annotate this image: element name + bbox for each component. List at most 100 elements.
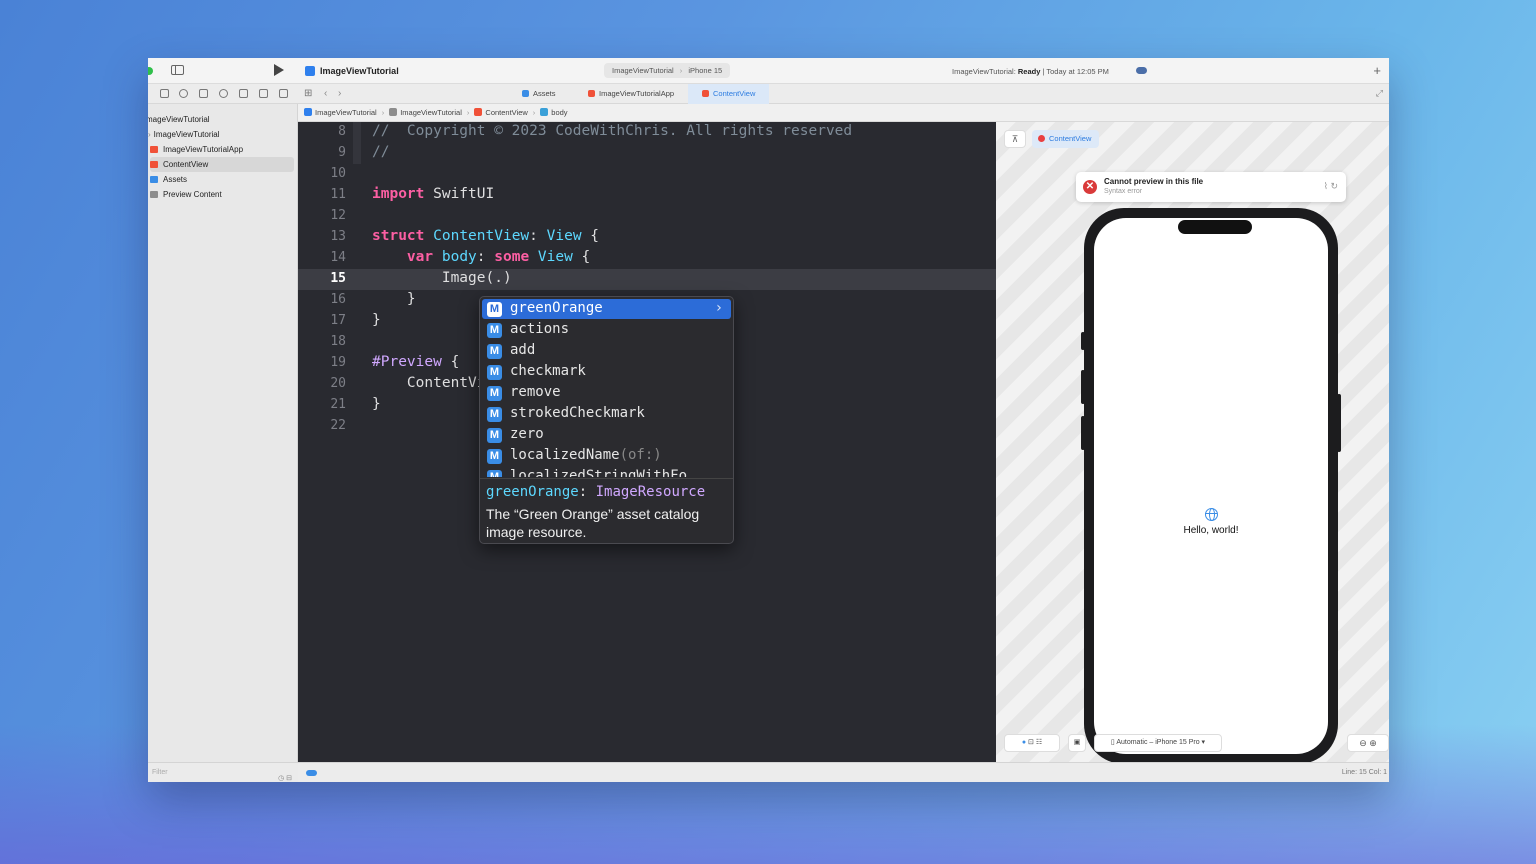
sidebar-item-project[interactable]: mageViewTutorial bbox=[148, 112, 290, 127]
side-button bbox=[1337, 394, 1341, 452]
sidebar-item-group[interactable]: › ImageViewTutorial bbox=[148, 127, 292, 142]
toolbar: ImageViewTutorial ImageViewTutorial › iP… bbox=[148, 58, 1389, 84]
tab-contentview[interactable]: ContentView bbox=[688, 84, 770, 104]
error-title: Cannot preview in this file bbox=[1104, 177, 1204, 186]
device-selector[interactable]: ▯ Automatic – iPhone 15 Pro ▾ bbox=[1094, 734, 1222, 752]
code-text: // Copyright © 2023 CodeWithChris. All r… bbox=[372, 123, 853, 139]
sidebar-item-label: mageViewTutorial bbox=[148, 115, 210, 124]
completion-label: strokedCheckmark bbox=[510, 405, 645, 421]
sidebar-item-label: Assets bbox=[163, 175, 188, 184]
navigator-selector-bar bbox=[148, 84, 298, 104]
line-number: 16 bbox=[330, 292, 346, 307]
line-number: 12 bbox=[330, 208, 346, 223]
code-text: } bbox=[372, 291, 416, 307]
folder-navigator-icon[interactable] bbox=[160, 89, 169, 98]
zoom-controls[interactable]: ⊖ ⊕ bbox=[1347, 734, 1389, 752]
source-control-icon[interactable] bbox=[179, 89, 188, 98]
completion-detail: greenOrange: ImageResource The “Green Or… bbox=[480, 478, 733, 543]
sidebar-item-assets[interactable]: Assets bbox=[150, 172, 294, 187]
filter-field[interactable]: Filter ◷ ⊟ bbox=[148, 762, 298, 782]
device-screen: Hello, world! bbox=[1094, 218, 1328, 754]
sidebar-toggle-icon[interactable] bbox=[171, 65, 184, 75]
jumpbar-file[interactable]: ContentView bbox=[485, 108, 527, 117]
filter-placeholder: Filter bbox=[152, 769, 168, 776]
jumpbar-project[interactable]: ImageViewTutorial bbox=[315, 108, 377, 117]
member-badge-icon: M bbox=[487, 323, 502, 338]
device-frame: Hello, world! bbox=[1084, 208, 1338, 764]
filter-options-icon[interactable]: ◷ ⊟ bbox=[278, 769, 292, 782]
variants-icon[interactable]: ▣ bbox=[1068, 734, 1086, 752]
issue-navigator-icon[interactable] bbox=[239, 89, 248, 98]
expand-icon[interactable]: ⤢ bbox=[1376, 88, 1383, 99]
code-line: 14 var body: some View { bbox=[298, 248, 996, 269]
back-icon[interactable]: ‹ bbox=[324, 88, 327, 99]
volume-down-button bbox=[1081, 416, 1085, 450]
error-subtitle: Syntax error bbox=[1104, 188, 1143, 195]
completion-label: add bbox=[510, 342, 536, 358]
globe-icon bbox=[1205, 508, 1218, 521]
detail-description: The “Green Orange” asset catalog image r… bbox=[486, 506, 700, 540]
line-number: 10 bbox=[330, 166, 346, 181]
completion-item[interactable]: M zero bbox=[482, 425, 731, 445]
window-zoom-button[interactable] bbox=[148, 67, 153, 75]
line-number: 20 bbox=[330, 376, 346, 391]
chevron-right-icon: › bbox=[381, 108, 385, 117]
scheme-label: ImageViewTutorial bbox=[612, 66, 674, 75]
debug-navigator-icon[interactable] bbox=[279, 89, 288, 98]
line-number: 9 bbox=[338, 145, 346, 160]
swift-file-icon bbox=[702, 90, 709, 97]
completion-item[interactable]: M actions bbox=[482, 320, 731, 340]
code-line: 10 bbox=[298, 164, 996, 185]
line-number: 13 bbox=[330, 229, 346, 244]
jumpbar-folder[interactable]: ImageViewTutorial bbox=[400, 108, 462, 117]
device-selector-label: Automatic – iPhone 15 Pro bbox=[1116, 739, 1200, 746]
completion-item-greenorange[interactable]: M greenOrange › bbox=[482, 299, 731, 319]
completion-item[interactable]: M add bbox=[482, 341, 731, 361]
app-icon bbox=[305, 66, 315, 76]
completion-item[interactable]: M localizedStringWithFo bbox=[482, 467, 731, 477]
preview-chip-label: ContentView bbox=[1049, 134, 1092, 143]
mode-buttons[interactable]: ● ⊡ ☷ bbox=[1004, 734, 1060, 752]
pin-icon[interactable]: ⊼ bbox=[1004, 130, 1026, 148]
member-badge-icon: M bbox=[487, 428, 502, 443]
sidebar-item-imageviewtutorialapp[interactable]: ImageViewTutorialApp bbox=[150, 142, 294, 157]
completion-list: M greenOrange › M actions M add M checkm… bbox=[480, 297, 733, 477]
swift-file-icon bbox=[150, 161, 158, 168]
chevron-right-icon: › bbox=[679, 66, 683, 75]
completion-item[interactable]: M checkmark bbox=[482, 362, 731, 382]
line-number: 22 bbox=[330, 418, 346, 433]
code-text: } bbox=[372, 312, 381, 328]
code-line-current: 15 Image(.) bbox=[298, 269, 996, 290]
dynamic-island bbox=[1178, 220, 1252, 234]
tab-assets[interactable]: Assets bbox=[516, 84, 562, 104]
jumpbar-symbol[interactable]: body bbox=[551, 108, 567, 117]
cloud-icon[interactable] bbox=[1136, 67, 1147, 74]
destination-label: iPhone 15 bbox=[688, 66, 723, 75]
add-icon[interactable]: + bbox=[1373, 63, 1381, 78]
gutter-marker bbox=[353, 143, 361, 164]
project-title[interactable]: ImageViewTutorial bbox=[320, 66, 399, 76]
scheme-selector[interactable]: ImageViewTutorial › iPhone 15 bbox=[604, 63, 731, 78]
symbol-navigator-icon[interactable] bbox=[199, 89, 208, 98]
line-number: 14 bbox=[330, 250, 346, 265]
diagnostics-refresh-icons[interactable]: ⌇ ↻ bbox=[1324, 181, 1338, 192]
sidebar-item-preview-content[interactable]: Preview Content bbox=[150, 187, 294, 202]
detail-type: ImageResource bbox=[595, 484, 706, 500]
forward-icon[interactable]: › bbox=[338, 88, 341, 99]
code-text: #Preview { bbox=[372, 354, 460, 370]
completion-item[interactable]: M strokedCheckmark bbox=[482, 404, 731, 424]
sidebar-item-label: ImageViewTutorial bbox=[153, 130, 220, 139]
preview-error-banner[interactable]: ✕ Cannot preview in this file Syntax err… bbox=[1076, 172, 1346, 202]
run-icon[interactable] bbox=[274, 64, 284, 76]
completion-item[interactable]: M remove bbox=[482, 383, 731, 403]
swift-file-icon bbox=[474, 108, 483, 116]
tab-imageviewtutorialapp[interactable]: ImageViewTutorialApp bbox=[582, 84, 680, 104]
completion-item[interactable]: M localizedName(of:) bbox=[482, 446, 731, 466]
test-navigator-icon[interactable] bbox=[259, 89, 268, 98]
grid-icon[interactable]: ⊞ bbox=[304, 84, 312, 104]
sidebar-item-contentview[interactable]: ContentView bbox=[150, 157, 294, 172]
preview-chip[interactable]: ContentView bbox=[1032, 130, 1100, 148]
find-navigator-icon[interactable] bbox=[219, 89, 228, 98]
completion-label: greenOrange bbox=[510, 300, 603, 316]
debug-area-toggle-icon[interactable] bbox=[306, 770, 317, 776]
